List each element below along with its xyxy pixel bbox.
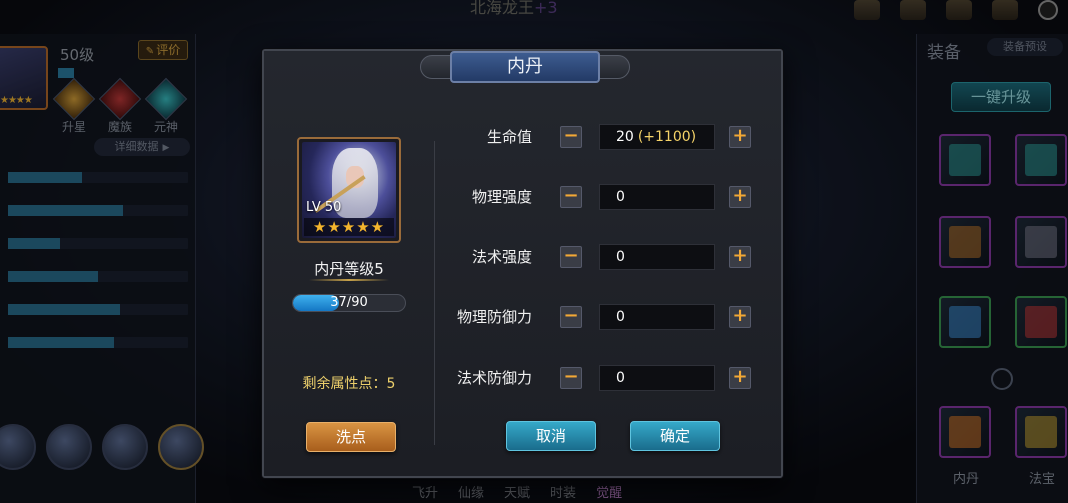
increase-button[interactable]: + <box>729 186 751 208</box>
attribute-label: 物理防御力 <box>456 308 532 326</box>
attribute-row-physical-defense: 物理防御力 − 0 + <box>434 304 774 330</box>
remaining-points: 剩余属性点：5 <box>302 376 396 392</box>
increase-button[interactable]: + <box>729 126 751 148</box>
attribute-value: 0 <box>599 304 715 330</box>
dialog-title-tab: 内丹 <box>420 49 630 85</box>
dialog-title: 内丹 <box>450 51 600 83</box>
decrease-button[interactable]: − <box>560 186 582 208</box>
attribute-label: 法术强度 <box>471 248 532 266</box>
attribute-label: 法术防御力 <box>456 369 532 387</box>
increase-button[interactable]: + <box>729 246 751 268</box>
reset-points-button[interactable]: 洗点 <box>306 422 396 452</box>
level-underline <box>309 279 389 281</box>
attribute-value: 0 <box>599 365 715 391</box>
hero-star-rating: ★★★★★ <box>304 218 394 236</box>
attribute-value: 0 <box>599 184 715 210</box>
attribute-row-hp: 生命值 − 20 (+1100) + <box>434 124 774 150</box>
decrease-button[interactable]: − <box>560 126 582 148</box>
attribute-row-magic-defense: 法术防御力 − 0 + <box>434 365 774 391</box>
increase-button[interactable]: + <box>729 367 751 389</box>
increase-button[interactable]: + <box>729 306 751 328</box>
inner-core-level: 内丹等级5 <box>314 260 384 278</box>
exp-progress-text: 37/90 <box>330 295 368 310</box>
hero-card: LV 50 ★★★★★ <box>297 137 401 243</box>
exp-progress-bar: 37/90 <box>292 294 406 312</box>
attribute-label: 物理强度 <box>471 188 532 206</box>
inner-core-dialog: 内丹 LV 50 ★★★★★ 内丹等级5 37/90 剩余属性点：5 洗点 生命… <box>262 49 783 478</box>
attribute-value: 20 (+1100) <box>599 124 715 150</box>
hero-portrait: LV 50 ★★★★★ <box>302 142 396 238</box>
attribute-row-magic-power: 法术强度 − 0 + <box>434 244 774 270</box>
decrease-button[interactable]: − <box>560 367 582 389</box>
confirm-button[interactable]: 确定 <box>630 421 720 451</box>
attribute-bonus: (+1100) <box>637 129 697 145</box>
attribute-row-physical-power: 物理强度 − 0 + <box>434 184 774 210</box>
attribute-label: 生命值 <box>486 128 532 146</box>
cancel-button[interactable]: 取消 <box>506 421 596 451</box>
decrease-button[interactable]: − <box>560 246 582 268</box>
attribute-value: 0 <box>599 244 715 270</box>
hero-level-badge: LV 50 <box>306 200 342 215</box>
decrease-button[interactable]: − <box>560 306 582 328</box>
